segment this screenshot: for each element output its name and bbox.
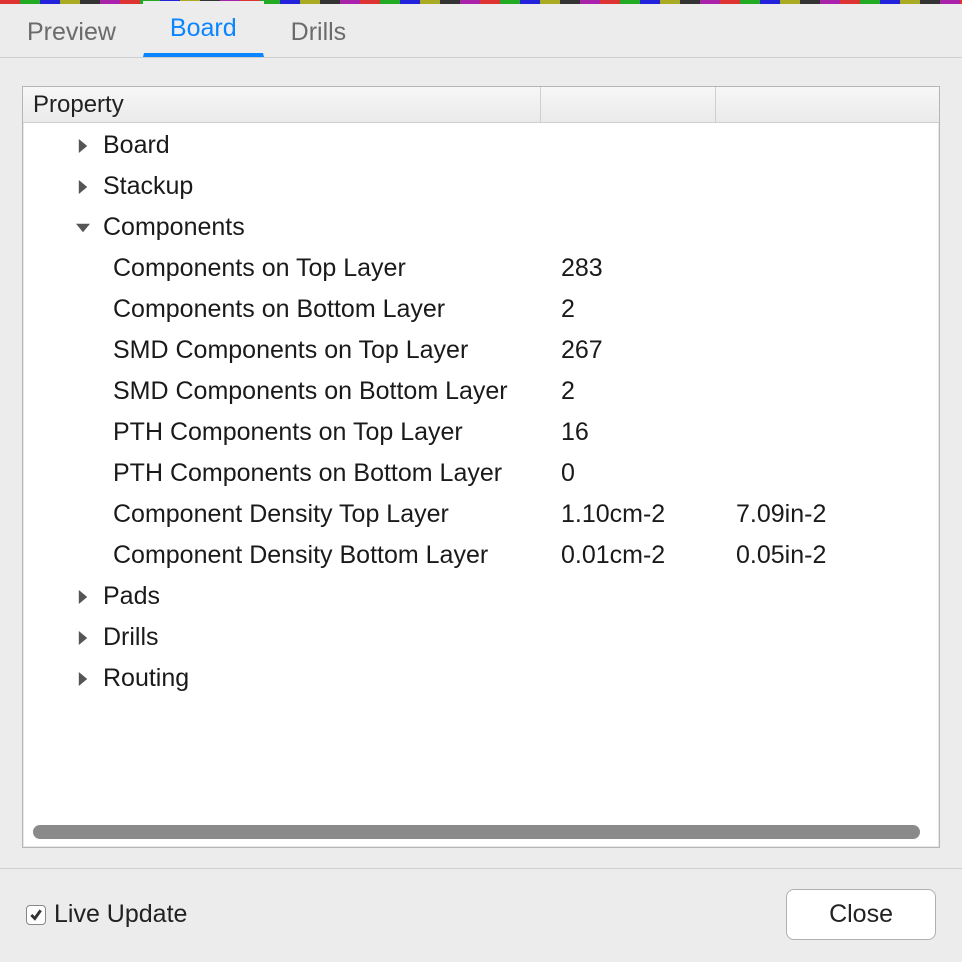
tree-label: Routing bbox=[103, 661, 189, 696]
property-label: Components on Top Layer bbox=[23, 251, 551, 286]
property-row[interactable]: Components on Bottom Layer2 bbox=[23, 289, 939, 330]
property-label: SMD Components on Top Layer bbox=[23, 333, 551, 368]
chevron-right-icon[interactable] bbox=[71, 631, 95, 645]
tree-item-board[interactable]: Board bbox=[23, 125, 939, 166]
tree-label: Stackup bbox=[103, 169, 193, 204]
tree-label: Pads bbox=[103, 579, 160, 614]
property-label: SMD Components on Bottom Layer bbox=[23, 374, 551, 409]
tree-label: Board bbox=[103, 128, 170, 163]
header-property[interactable]: Property bbox=[23, 87, 541, 122]
tree-item-stackup[interactable]: Stackup bbox=[23, 166, 939, 207]
live-update-label: Live Update bbox=[54, 900, 187, 929]
property-row[interactable]: Components on Top Layer283 bbox=[23, 248, 939, 289]
property-value-1: 0 bbox=[551, 456, 726, 491]
checkbox-box[interactable] bbox=[26, 905, 46, 925]
horizontal-scrollbar[interactable] bbox=[33, 825, 929, 839]
property-value-1: 283 bbox=[551, 251, 726, 286]
chevron-right-icon[interactable] bbox=[71, 180, 95, 194]
chevron-right-icon[interactable] bbox=[71, 590, 95, 604]
property-label: PTH Components on Top Layer bbox=[23, 415, 551, 450]
content-area: Property Board Stackup Com bbox=[0, 58, 962, 868]
header-value1[interactable] bbox=[541, 87, 716, 122]
property-value-2: 7.09in-2 bbox=[726, 497, 939, 532]
tab-bar: Preview Board Drills bbox=[0, 4, 962, 58]
property-value-1: 2 bbox=[551, 292, 726, 327]
live-update-checkbox[interactable]: Live Update bbox=[26, 900, 187, 929]
tree-item-routing[interactable]: Routing bbox=[23, 658, 939, 699]
property-label: Component Density Top Layer bbox=[23, 497, 551, 532]
chevron-down-icon[interactable] bbox=[71, 221, 95, 235]
tree-label: Drills bbox=[103, 620, 159, 655]
tree-label: Components bbox=[103, 210, 245, 245]
property-value-1: 2 bbox=[551, 374, 726, 409]
chevron-right-icon[interactable] bbox=[71, 139, 95, 153]
tree-item-drills[interactable]: Drills bbox=[23, 617, 939, 658]
header-value2[interactable] bbox=[716, 87, 939, 122]
tab-board[interactable]: Board bbox=[143, 1, 264, 57]
tree-item-components[interactable]: Components bbox=[23, 207, 939, 248]
property-row[interactable]: PTH Components on Top Layer16 bbox=[23, 412, 939, 453]
tab-drills[interactable]: Drills bbox=[264, 5, 374, 57]
property-value-1: 267 bbox=[551, 333, 726, 368]
property-value-1: 1.10cm-2 bbox=[551, 497, 726, 532]
property-row[interactable]: Component Density Bottom Layer0.01cm-20.… bbox=[23, 535, 939, 576]
property-value-2: 0.05in-2 bbox=[726, 538, 939, 573]
property-value-1: 0.01cm-2 bbox=[551, 538, 726, 573]
close-button[interactable]: Close bbox=[786, 889, 936, 940]
property-value-1: 16 bbox=[551, 415, 726, 450]
table-header: Property bbox=[23, 87, 939, 123]
property-label: Component Density Bottom Layer bbox=[23, 538, 551, 573]
tree-item-pads[interactable]: Pads bbox=[23, 576, 939, 617]
property-row[interactable]: SMD Components on Top Layer267 bbox=[23, 330, 939, 371]
tab-preview[interactable]: Preview bbox=[0, 5, 143, 57]
property-label: PTH Components on Bottom Layer bbox=[23, 456, 551, 491]
property-panel: Property Board Stackup Com bbox=[22, 86, 940, 848]
tree-body[interactable]: Board Stackup Components Components on T… bbox=[23, 123, 939, 825]
property-row[interactable]: Component Density Top Layer1.10cm-27.09i… bbox=[23, 494, 939, 535]
chevron-right-icon[interactable] bbox=[71, 672, 95, 686]
property-row[interactable]: SMD Components on Bottom Layer2 bbox=[23, 371, 939, 412]
property-row[interactable]: PTH Components on Bottom Layer0 bbox=[23, 453, 939, 494]
footer: Live Update Close bbox=[0, 868, 962, 962]
property-label: Components on Bottom Layer bbox=[23, 292, 551, 327]
scrollbar-thumb[interactable] bbox=[33, 825, 920, 839]
